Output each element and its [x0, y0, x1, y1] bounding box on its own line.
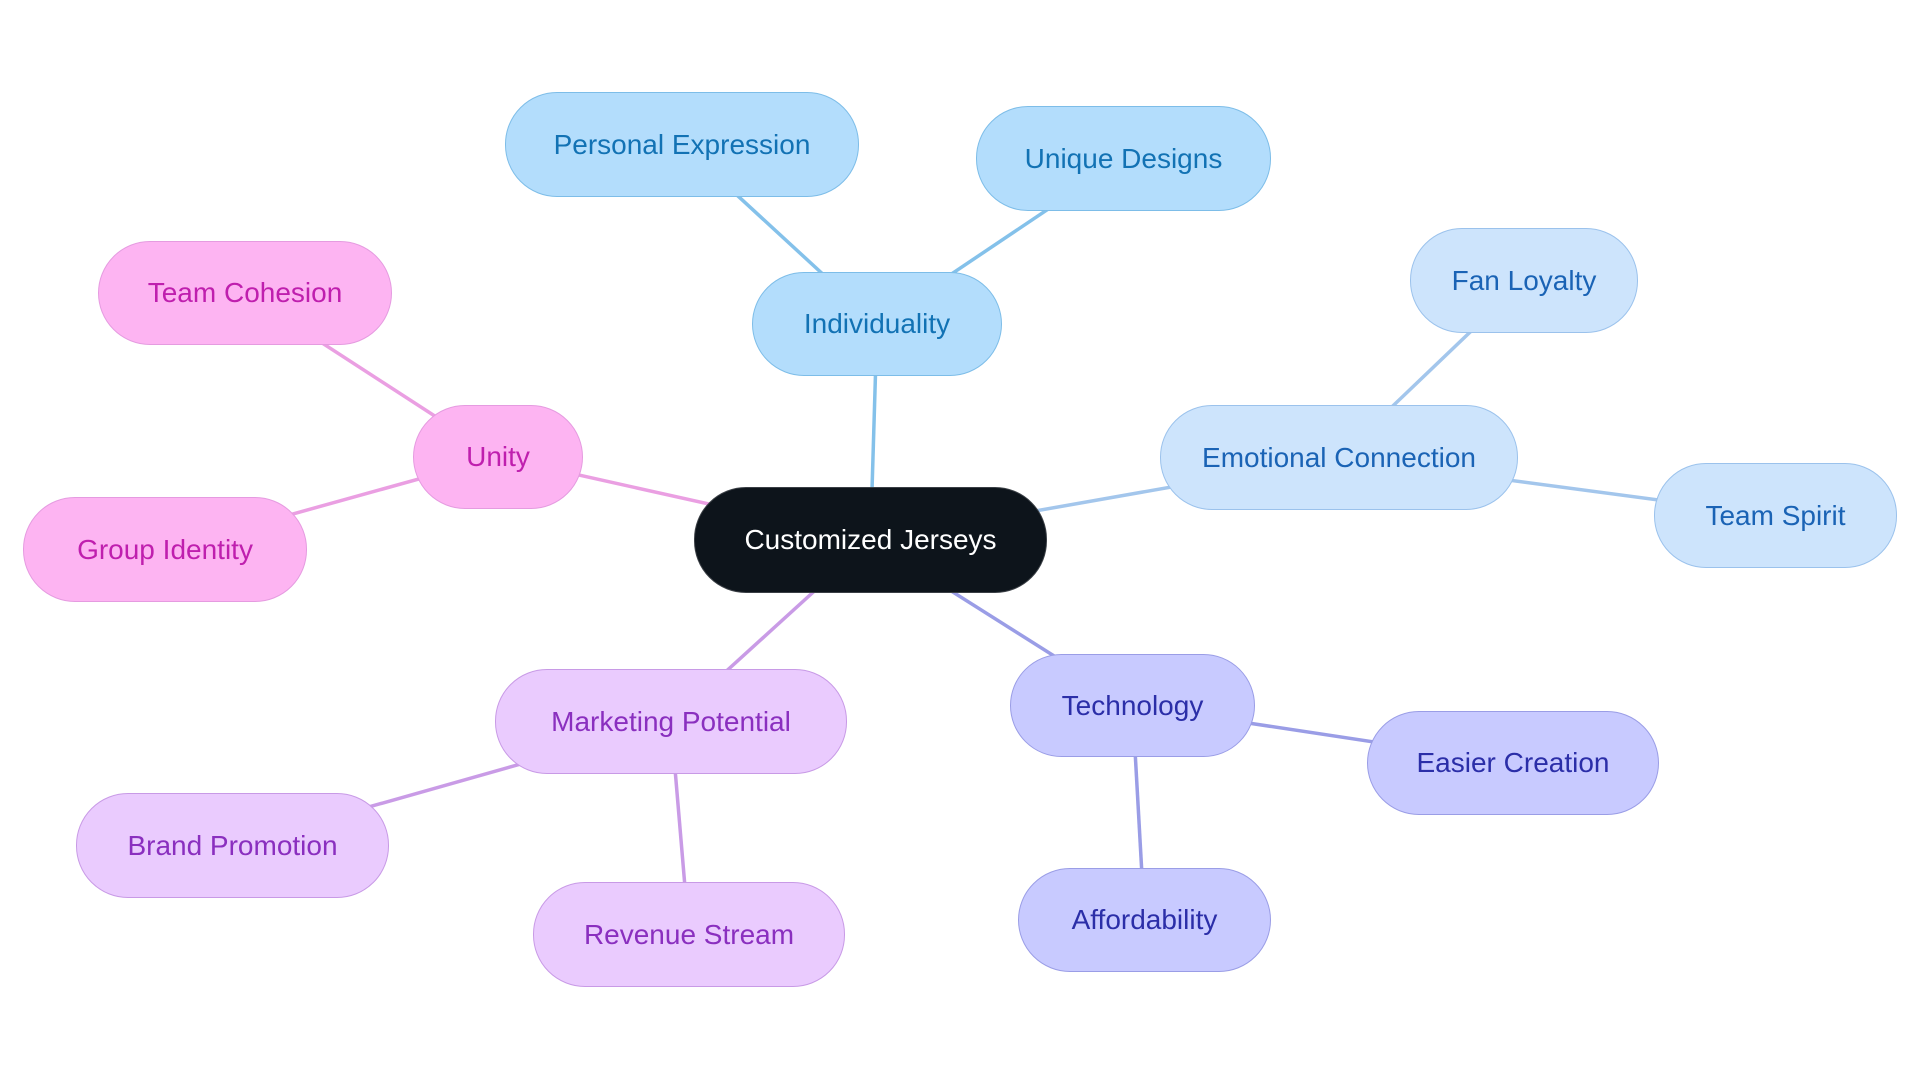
node-individuality[interactable]: Individuality — [752, 272, 1002, 376]
node-brand-promotion[interactable]: Brand Promotion — [76, 793, 389, 898]
node-label: Emotional Connection — [1202, 441, 1476, 473]
node-group-identity[interactable]: Group Identity — [23, 497, 307, 602]
node-personal-expression[interactable]: Personal Expression — [505, 92, 859, 197]
node-label: Revenue Stream — [583, 918, 795, 950]
node-label: Team Spirit — [1705, 499, 1846, 531]
node-label: Fan Loyalty — [1451, 264, 1597, 296]
node-label: Unity — [466, 441, 530, 472]
node-unique-designs[interactable]: Unique Designs — [976, 106, 1271, 211]
node-label: Easier Creation — [1416, 747, 1610, 778]
root-node[interactable]: Customized Jerseys — [694, 487, 1047, 593]
node-label: Group Identity — [77, 533, 253, 565]
node-label: Personal Expression — [553, 128, 811, 160]
node-team-spirit[interactable]: Team Spirit — [1654, 463, 1897, 568]
node-label: Unique Designs — [1024, 142, 1223, 174]
node-fan-loyalty[interactable]: Fan Loyalty — [1410, 228, 1638, 333]
node-affordability[interactable]: Affordability — [1018, 868, 1271, 972]
node-emotional-connection[interactable]: Emotional Connection — [1160, 405, 1518, 510]
node-marketing-potential[interactable]: Marketing Potential — [495, 669, 847, 774]
node-team-cohesion[interactable]: Team Cohesion — [98, 241, 392, 345]
node-revenue-stream[interactable]: Revenue Stream — [533, 882, 845, 987]
node-technology[interactable]: Technology — [1010, 654, 1255, 757]
node-easier-creation[interactable]: Easier Creation — [1367, 711, 1659, 815]
node-label: Affordability — [1071, 904, 1218, 935]
node-label: Individuality — [803, 308, 951, 339]
root-node-label: Customized Jerseys — [744, 524, 997, 555]
node-label: Brand Promotion — [127, 829, 338, 861]
node-label: Marketing Potential — [551, 705, 791, 737]
node-label: Team Cohesion — [147, 277, 343, 308]
node-label: Technology — [1061, 689, 1204, 721]
node-unity[interactable]: Unity — [413, 405, 583, 509]
